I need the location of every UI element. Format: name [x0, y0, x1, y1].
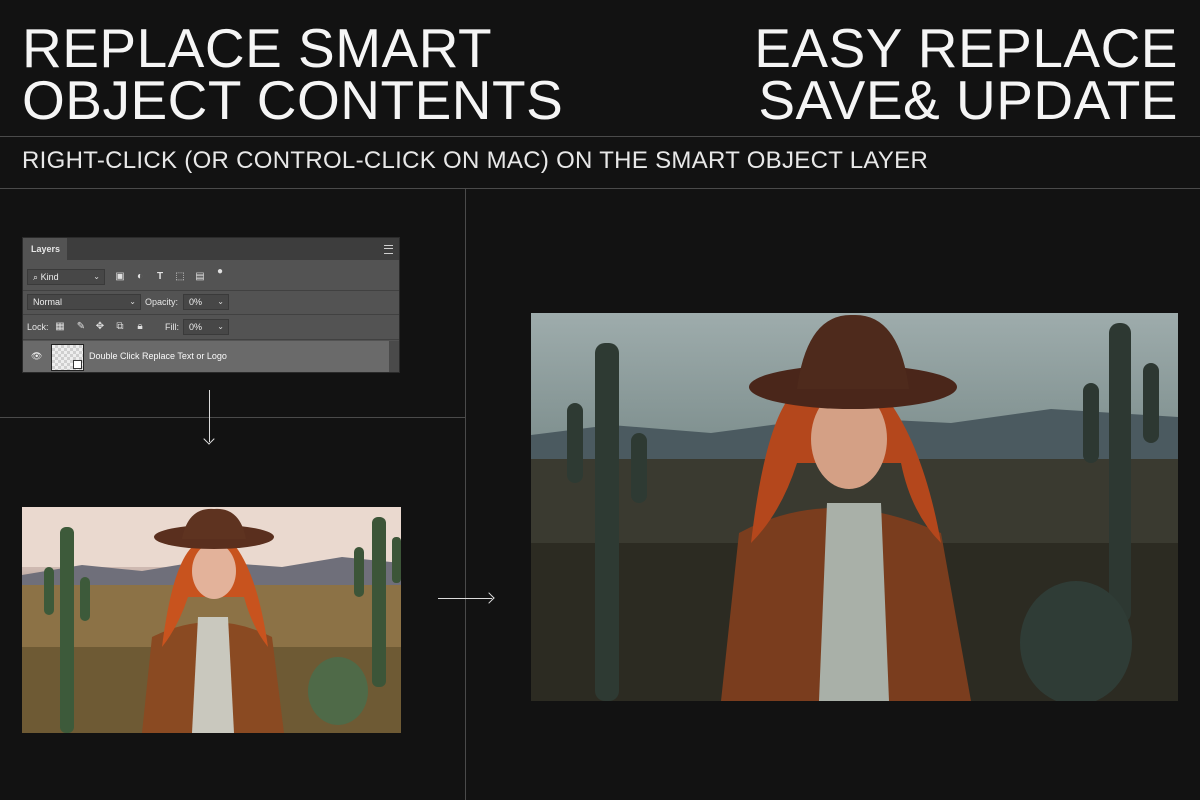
chevron-down-icon: ⌄: [217, 322, 224, 331]
smart-object-badge-icon: [73, 360, 82, 369]
chevron-down-icon: ⌄: [217, 297, 224, 306]
lock-all-icon[interactable]: 🔒︎: [134, 321, 146, 333]
visibility-eye-icon[interactable]: 👁︎: [31, 351, 43, 361]
opacity-value: 0%: [189, 297, 203, 307]
layers-tab[interactable]: Layers: [23, 238, 67, 260]
instruction-subtitle: RIGHT-CLICK (OR CONTROL-CLICK ON MAC) ON…: [22, 147, 929, 174]
panel-separator: [23, 314, 399, 315]
filter-toggle-icon[interactable]: ●: [216, 266, 224, 278]
filter-kind-select[interactable]: ⌕ Kind ⌄: [27, 269, 105, 285]
layer-thumbnail[interactable]: [51, 344, 84, 371]
lock-transparent-icon[interactable]: ▦: [54, 321, 66, 333]
layers-panel: Layers ⌕ Kind ⌄ ▣ ◐ T ⬚ ▤ ● Normal ⌄ Opa…: [22, 237, 400, 373]
type-filter-icon[interactable]: T: [154, 271, 166, 283]
original-photo: [22, 507, 401, 733]
headline-left-line1: REPLACE SMART: [22, 17, 493, 79]
blend-mode-value: Normal: [33, 297, 63, 307]
pixel-layer-filter-icon[interactable]: ▣: [114, 271, 126, 283]
layer-name: Double Click Replace Text or Logo: [89, 351, 227, 361]
lock-position-move-icon[interactable]: ✥: [94, 321, 106, 333]
layers-panel-tabbar: Layers: [23, 238, 399, 260]
column-divider: [465, 188, 466, 800]
original-photo-illustration: [22, 507, 401, 733]
result-photo: [531, 313, 1178, 701]
arrow-right-icon: [438, 598, 492, 599]
fill-value: 0%: [189, 322, 203, 332]
lock-image-brush-icon[interactable]: ✎: [75, 321, 87, 333]
opacity-label: Opacity:: [145, 297, 179, 307]
chevron-down-icon: ⌄: [129, 297, 136, 306]
panel-separator: [23, 339, 399, 340]
smart-object-filter-icon[interactable]: ▤: [194, 271, 206, 283]
panel-separator: [23, 290, 399, 291]
shape-filter-icon[interactable]: ⬚: [174, 271, 186, 283]
filter-kind-label: Kind: [40, 272, 59, 282]
headline-right-line1: EASY REPLACE: [754, 17, 1178, 79]
panel-menu-icon[interactable]: [384, 245, 393, 254]
left-column-divider: [0, 417, 465, 418]
top-divider: [0, 136, 1200, 137]
arrow-down-icon: [209, 390, 210, 442]
smart-object-layer-row[interactable]: 👁︎ Double Click Replace Text or Logo: [23, 341, 389, 372]
headline-right: EASY REPLACE SAVE& UPDATE: [754, 17, 1178, 131]
lock-label: Lock:: [27, 322, 49, 332]
panel-scrollbar[interactable]: [389, 341, 399, 372]
fill-label: Fill:: [165, 322, 179, 332]
chevron-down-icon: ⌄: [93, 272, 100, 281]
fill-input[interactable]: 0% ⌄: [183, 319, 229, 335]
result-photo-illustration: [531, 313, 1178, 701]
headline-left: REPLACE SMART OBJECT CONTENTS: [22, 17, 564, 131]
headline-right-line2: SAVE& UPDATE: [758, 69, 1178, 131]
lock-artboard-icon[interactable]: ⧉: [114, 321, 126, 333]
adjustment-filter-icon[interactable]: ◐: [134, 271, 146, 283]
headline-left-line2: OBJECT CONTENTS: [22, 69, 564, 131]
opacity-input[interactable]: 0% ⌄: [183, 294, 229, 310]
subtitle-divider: [0, 188, 1200, 189]
blend-mode-select[interactable]: Normal ⌄: [27, 294, 141, 310]
search-icon: ⌕: [33, 272, 39, 282]
